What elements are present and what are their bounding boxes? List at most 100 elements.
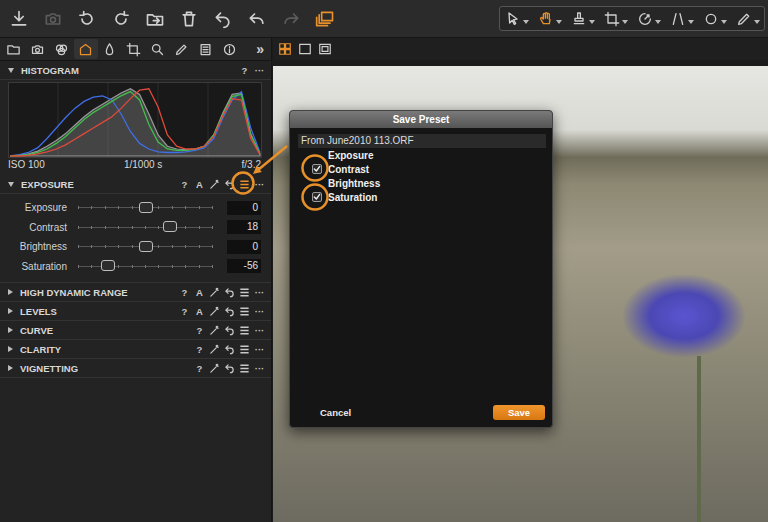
toolbar-button[interactable] xyxy=(108,6,134,32)
cursor-tool[interactable] xyxy=(632,7,665,30)
toolbar-button[interactable] xyxy=(312,6,338,32)
slider-value-field[interactable]: -56 xyxy=(227,259,261,273)
auto-adjust-button[interactable] xyxy=(207,344,222,355)
slider-track[interactable] xyxy=(78,202,213,214)
slider-label: Brightness xyxy=(0,241,70,252)
presets-menu-button[interactable] xyxy=(237,287,252,298)
viewer-mode-button[interactable] xyxy=(297,41,312,57)
tool-tab[interactable] xyxy=(169,39,193,59)
tool-tab[interactable] xyxy=(2,39,26,59)
help-button[interactable]: ? xyxy=(237,65,252,76)
help-button[interactable]: ? xyxy=(177,306,192,317)
section-header[interactable]: VIGNETTING ? ··· xyxy=(0,359,271,378)
toolbar-button[interactable] xyxy=(142,6,168,32)
help-button[interactable]: ? xyxy=(192,344,207,355)
more-tabs-button[interactable]: » xyxy=(249,39,271,59)
auto-button[interactable]: A xyxy=(192,306,207,317)
reset-button[interactable] xyxy=(222,306,237,317)
more-button[interactable]: ··· xyxy=(252,65,267,76)
auto-adjust-button[interactable] xyxy=(207,179,222,190)
slider-track[interactable] xyxy=(78,221,213,233)
toolbar-button[interactable] xyxy=(74,6,100,32)
section-header[interactable]: HIGH DYNAMIC RANGE ? A ··· xyxy=(0,283,271,302)
presets-menu-button[interactable] xyxy=(237,325,252,336)
auto-adjust-button[interactable] xyxy=(207,325,222,336)
toolbar-button[interactable] xyxy=(210,6,236,32)
tool-tab[interactable] xyxy=(50,39,74,59)
slider-handle[interactable] xyxy=(163,221,177,232)
auto-adjust-button[interactable] xyxy=(207,287,222,298)
more-button[interactable]: ··· xyxy=(252,287,267,298)
auto-button[interactable]: A xyxy=(192,179,207,190)
section-header[interactable]: EXPOSURE ? A ··· xyxy=(0,175,271,194)
select-arrow-icon xyxy=(505,11,521,27)
more-button[interactable]: ··· xyxy=(252,363,267,374)
presets-menu-button[interactable] xyxy=(237,344,252,355)
viewer-mode-button[interactable] xyxy=(317,41,332,57)
slider-handle[interactable] xyxy=(139,241,153,252)
tool-tab[interactable] xyxy=(26,39,50,59)
tool-tab[interactable] xyxy=(217,39,241,59)
help-button[interactable]: ? xyxy=(177,179,192,190)
reset-button[interactable] xyxy=(222,363,237,374)
auto-adjust-button[interactable] xyxy=(207,363,222,374)
cursor-tool[interactable] xyxy=(500,7,533,30)
toolbar-button[interactable] xyxy=(6,6,32,32)
slider-value-field[interactable]: 18 xyxy=(227,220,261,234)
cursor-tool[interactable] xyxy=(698,7,731,30)
variants-stack-icon xyxy=(315,9,335,29)
reset-button[interactable] xyxy=(222,287,237,298)
slider-handle[interactable] xyxy=(139,202,153,213)
presets-menu-button[interactable] xyxy=(237,306,252,317)
help-button[interactable]: ? xyxy=(192,363,207,374)
help-button[interactable]: ? xyxy=(177,287,192,298)
histogram-header[interactable]: HISTOGRAM ? ··· xyxy=(0,61,271,80)
section-header[interactable]: CLARITY ? ··· xyxy=(0,340,271,359)
reset-button[interactable] xyxy=(222,325,237,336)
section-header[interactable]: LEVELS ? A ··· xyxy=(0,302,271,321)
tool-panel: HISTOGRAM ? ··· ISO 100 1/1000 s f/3.2 E… xyxy=(0,61,271,522)
tool-tab[interactable] xyxy=(98,39,122,59)
slider-handle[interactable] xyxy=(101,260,115,271)
presets-menu-button[interactable] xyxy=(237,179,252,190)
cursor-tool[interactable] xyxy=(566,7,599,30)
preset-item[interactable]: Saturation xyxy=(312,190,546,204)
cursor-tool[interactable] xyxy=(665,7,698,30)
checkbox[interactable] xyxy=(312,164,322,174)
cancel-button[interactable]: Cancel xyxy=(312,405,359,420)
tool-tab[interactable] xyxy=(145,39,169,59)
auto-button[interactable]: A xyxy=(192,287,207,298)
preset-source: From June2010 113.ORF xyxy=(298,134,546,148)
magic-wand-icon xyxy=(209,344,220,355)
cursor-tool[interactable] xyxy=(731,7,764,30)
section-header[interactable]: CURVE ? ··· xyxy=(0,321,271,340)
tool-tab[interactable] xyxy=(74,39,98,59)
toolbar-button[interactable] xyxy=(40,6,66,32)
toolbar-button[interactable] xyxy=(278,6,304,32)
toolbar-button[interactable] xyxy=(176,6,202,32)
more-button[interactable]: ··· xyxy=(252,306,267,317)
cursor-tool[interactable] xyxy=(533,7,566,30)
tool-tab[interactable] xyxy=(193,39,217,59)
import-icon xyxy=(9,9,29,29)
reset-button[interactable] xyxy=(222,179,237,190)
help-button[interactable]: ? xyxy=(192,325,207,336)
checkbox[interactable] xyxy=(312,192,322,202)
viewer-mode-button[interactable] xyxy=(277,41,292,57)
tool-tab[interactable] xyxy=(122,39,146,59)
auto-adjust-button[interactable] xyxy=(207,306,222,317)
more-button[interactable]: ··· xyxy=(252,325,267,336)
more-button[interactable]: ··· xyxy=(252,179,267,190)
more-button[interactable]: ··· xyxy=(252,344,267,355)
slider-value-field[interactable]: 0 xyxy=(227,201,261,215)
reset-button[interactable] xyxy=(222,344,237,355)
slider-track[interactable] xyxy=(78,260,213,272)
save-button[interactable]: Save xyxy=(493,405,545,420)
toolbar-button[interactable] xyxy=(244,6,270,32)
presets-menu-button[interactable] xyxy=(237,363,252,374)
tool-section: VIGNETTING ? ··· xyxy=(0,359,271,378)
slider-value-field[interactable]: 0 xyxy=(227,240,261,254)
slider-track[interactable] xyxy=(78,241,213,253)
preset-item[interactable]: Contrast xyxy=(312,162,546,176)
cursor-tool[interactable] xyxy=(599,7,632,30)
